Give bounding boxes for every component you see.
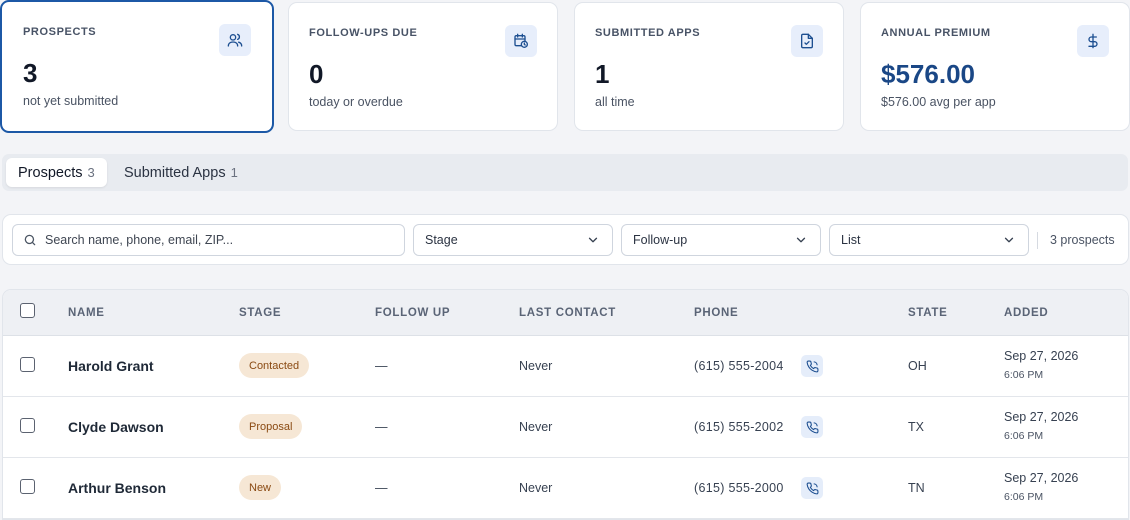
last-contact-value: Never — [519, 359, 553, 373]
column-header-state[interactable]: STATE — [908, 307, 948, 319]
result-count: 3 prospects — [1050, 233, 1115, 247]
added-date: Sep 27, 2026 — [1004, 410, 1079, 424]
tab-label: Submitted Apps — [124, 164, 226, 181]
added-time: 6:06 PM — [1004, 491, 1044, 503]
select-all-checkbox[interactable] — [20, 303, 35, 318]
stage-badge: Proposal — [239, 414, 303, 439]
tab-label: Prospects — [18, 164, 83, 181]
row-checkbox[interactable] — [20, 357, 35, 372]
stat-subtext: $576.00 avg per app — [881, 95, 996, 109]
phone-call-icon[interactable] — [801, 355, 823, 377]
column-header-last-contact[interactable]: LAST CONTACT — [519, 307, 616, 319]
added-date: Sep 27, 2026 — [1004, 349, 1079, 363]
column-header-follow-up[interactable]: FOLLOW UP — [375, 307, 450, 319]
prospect-name[interactable]: Harold Grant — [68, 358, 154, 374]
table-header: NAME STAGE FOLLOW UP LAST CONTACT PHONE … — [3, 290, 1128, 336]
stat-cards: PROSPECTS 3 not yet submitted FOLLOW-UPS… — [0, 0, 1130, 133]
stat-card-premium[interactable]: ANNUAL PREMIUM $576.00 $576.00 avg per a… — [860, 2, 1130, 131]
stage-badge: New — [239, 475, 282, 500]
phone-call-icon[interactable] — [801, 477, 823, 499]
followup-select-value: Follow-up — [633, 233, 688, 247]
stat-card-followups[interactable]: FOLLOW-UPS DUE 0 today or overdue — [288, 2, 558, 131]
stat-label: SUBMITTED APPS — [595, 27, 701, 39]
users-icon — [219, 24, 251, 56]
stage-select[interactable]: Stage — [413, 224, 613, 256]
stat-label: FOLLOW-UPS DUE — [309, 27, 418, 39]
follow-up-value: — — [375, 359, 388, 373]
filter-bar: Stage Follow-up List 3 prospects — [2, 214, 1129, 265]
prospect-name[interactable]: Arthur Benson — [68, 480, 166, 496]
table-row[interactable]: Harold Grant Contacted — Never (615) 555… — [3, 336, 1128, 397]
stat-label: ANNUAL PREMIUM — [881, 27, 991, 39]
prospects-table: NAME STAGE FOLLOW UP LAST CONTACT PHONE … — [2, 289, 1129, 520]
state-value: OH — [908, 359, 927, 373]
state-value: TN — [908, 481, 925, 495]
prospect-name[interactable]: Clyde Dawson — [68, 419, 164, 435]
state-value: TX — [908, 420, 924, 434]
divider — [1037, 232, 1038, 249]
column-header-stage[interactable]: STAGE — [239, 307, 281, 319]
dollar-icon — [1077, 25, 1109, 57]
row-checkbox[interactable] — [20, 418, 35, 433]
column-header-phone[interactable]: PHONE — [694, 307, 738, 319]
chevron-down-icon — [794, 233, 808, 247]
tab-prospects[interactable]: Prospects 3 — [6, 158, 107, 187]
phone-call-icon[interactable] — [801, 416, 823, 438]
stat-subtext: not yet submitted — [23, 94, 119, 108]
followup-select[interactable]: Follow-up — [621, 224, 821, 256]
tab-count: 3 — [87, 165, 95, 180]
stat-card-submitted[interactable]: SUBMITTED APPS 1 all time — [574, 2, 844, 131]
stat-value: $576.00 — [881, 59, 975, 89]
stat-label: PROSPECTS — [23, 26, 97, 38]
added-time: 6:06 PM — [1004, 430, 1044, 442]
phone-value: (615) 555-2004 — [694, 359, 784, 373]
stage-badge: Contacted — [239, 353, 310, 378]
column-header-added[interactable]: ADDED — [1004, 307, 1048, 319]
last-contact-value: Never — [519, 481, 553, 495]
follow-up-value: — — [375, 481, 388, 495]
phone-value: (615) 555-2000 — [694, 481, 784, 495]
table-row[interactable]: Clyde Dawson Proposal — Never (615) 555-… — [3, 397, 1128, 458]
stat-card-prospects[interactable]: PROSPECTS 3 not yet submitted — [0, 0, 274, 133]
table-row[interactable]: Arthur Benson New — Never (615) 555-2000… — [3, 458, 1128, 519]
chevron-down-icon — [586, 233, 600, 247]
added-date: Sep 27, 2026 — [1004, 471, 1079, 485]
stat-value: 3 — [23, 58, 38, 88]
chevron-down-icon — [1002, 233, 1016, 247]
row-checkbox[interactable] — [20, 479, 35, 494]
file-check-icon — [791, 25, 823, 57]
last-contact-value: Never — [519, 420, 553, 434]
calendar-clock-icon — [505, 25, 537, 57]
follow-up-value: — — [375, 420, 388, 434]
column-header-name[interactable]: NAME — [68, 307, 105, 319]
search-icon — [23, 233, 37, 247]
stat-subtext: today or overdue — [309, 95, 403, 109]
stat-value: 0 — [309, 59, 324, 89]
stat-value: 1 — [595, 59, 610, 89]
list-select-value: List — [841, 233, 861, 247]
stage-select-value: Stage — [425, 233, 458, 247]
tab-count: 1 — [230, 165, 238, 180]
list-select[interactable]: List — [829, 224, 1029, 256]
search-input[interactable] — [45, 233, 385, 247]
phone-value: (615) 555-2002 — [694, 420, 784, 434]
search-box[interactable] — [12, 224, 405, 256]
stat-subtext: all time — [595, 95, 635, 109]
tab-submitted-apps[interactable]: Submitted Apps 1 — [112, 158, 250, 187]
view-tabs: Prospects 3 Submitted Apps 1 — [2, 154, 1128, 191]
added-time: 6:06 PM — [1004, 369, 1044, 381]
